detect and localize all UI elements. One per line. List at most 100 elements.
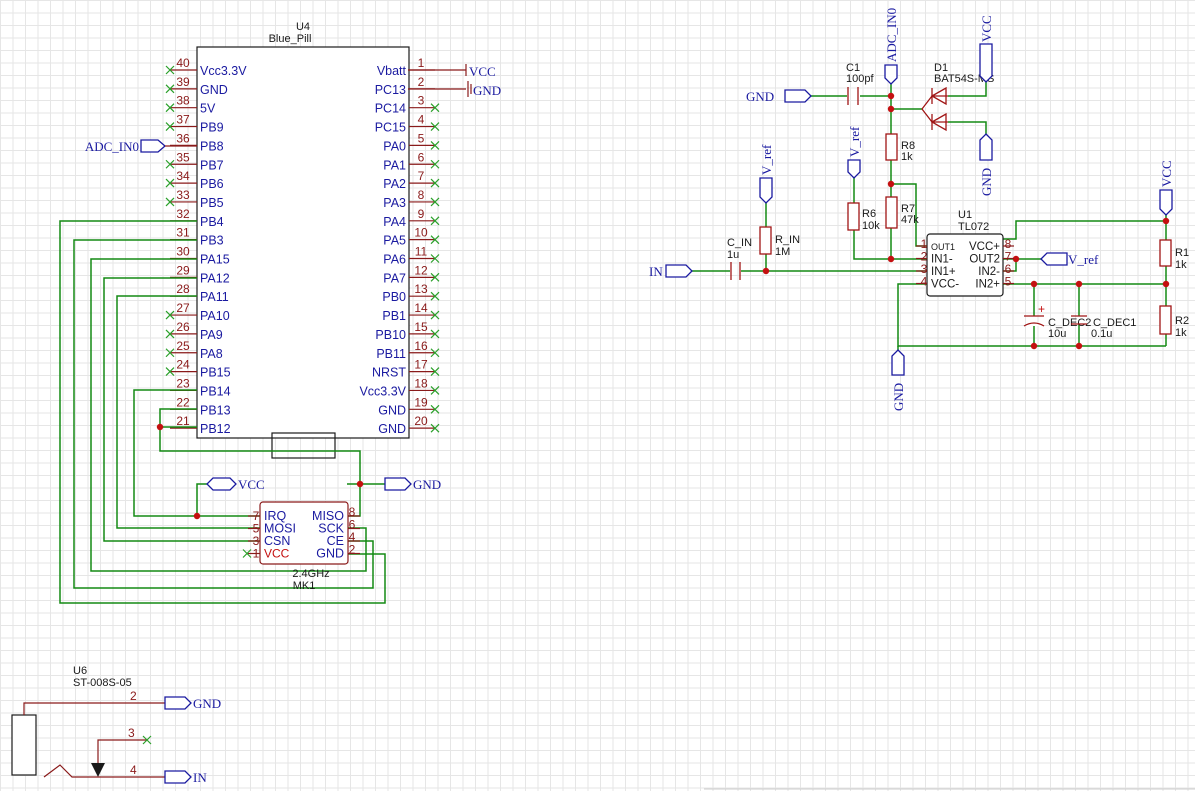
- u4-pin-name: PB1: [382, 309, 406, 323]
- u4-pin-number: 11: [415, 245, 428, 259]
- mk1-radio-module[interactable]: 7 IRQ5 MOSI3 CSN1 VCC 8MISO6SCK4CE2GND 2.4GH…: [242, 501, 360, 592]
- in-label-afe: IN: [649, 264, 663, 279]
- svg-text:U1: U1: [958, 209, 972, 221]
- u4-pin-number: 26: [176, 320, 190, 334]
- junction-mk1-gnd: [356, 480, 364, 488]
- vref-label-u1-shape[interactable]: [1040, 252, 1068, 266]
- adc-in0-label-shape[interactable]: [140, 139, 166, 153]
- vcc-label-r1-shape[interactable]: [1159, 189, 1173, 216]
- mk1-right-pins: 8MISO6SCK4CE2GND: [312, 505, 360, 561]
- u4-pin-name: Vcc3.3V: [200, 64, 247, 78]
- r-in-resistor[interactable]: R_IN 1M: [759, 226, 800, 258]
- u1-pin-name: OUT1: [931, 242, 955, 252]
- u1-right-pins: 8VCC+7OUT26IN2-5IN2+: [969, 237, 1014, 291]
- u4-pin-number: 24: [176, 358, 190, 372]
- r6-resistor[interactable]: R6 10k: [847, 202, 880, 232]
- u4-pin-name: PB10: [375, 328, 406, 342]
- mk1-ref: MK1: [293, 580, 316, 592]
- u4-pin-number: 30: [176, 245, 190, 259]
- u4-pin-number: 28: [176, 282, 190, 296]
- svg-text:1u: 1u: [727, 249, 739, 261]
- svg-text:R6: R6: [862, 208, 876, 220]
- gnd-label-d1: GND: [979, 168, 994, 196]
- u4-pin-number: 13: [414, 282, 428, 296]
- u4-pin-name: PB12: [200, 422, 231, 436]
- gnd-label-u4: GND: [473, 83, 501, 98]
- svg-text:R1: R1: [1175, 247, 1189, 259]
- svg-text:1k: 1k: [1175, 327, 1187, 339]
- u4-pin-name: PB8: [200, 139, 224, 153]
- mk1-pin-number: 2: [349, 543, 356, 557]
- u4-pin-name: GND: [200, 83, 228, 97]
- vref-label-rin: V_ref: [759, 144, 774, 175]
- u4-pin-name: PB9: [200, 121, 224, 135]
- u4-pin-name: NRST: [372, 366, 406, 380]
- mk1-value: 2.4GHz: [292, 568, 329, 580]
- in-label-u6-shape[interactable]: [164, 770, 192, 784]
- vcc-label-d1-shape[interactable]: [979, 43, 993, 83]
- junction-pb12: [156, 423, 164, 431]
- u4-pin-number: 31: [176, 226, 190, 240]
- r2-resistor[interactable]: R2 1k: [1159, 305, 1189, 339]
- r1-resistor[interactable]: R1 1k: [1159, 239, 1189, 271]
- u1-opamp[interactable]: U1 TL072 1 OUT12 IN1-3 IN1+4 VCC- 8VCC+7OUT2…: [916, 209, 1014, 297]
- u6-ref: U6: [73, 665, 87, 677]
- u4-pin-name: PA12: [200, 271, 230, 285]
- u1-pin-name: OUT2: [969, 254, 1000, 266]
- u4-pin-name: PA9: [200, 328, 223, 342]
- vref-label-r6-shape[interactable]: [847, 159, 861, 179]
- u4-pin-name: PA15: [200, 253, 230, 267]
- svg-text:0.1u: 0.1u: [1091, 328, 1112, 340]
- u4-pin-name: PA6: [383, 253, 406, 267]
- r8-resistor[interactable]: R8 1k: [885, 133, 915, 163]
- svg-text:100pf: 100pf: [846, 73, 874, 85]
- u4-pin-name: PB5: [200, 196, 224, 210]
- adc-in0-label-afe: ADC_IN0: [884, 8, 899, 62]
- u4-pin-number: 8: [418, 188, 425, 202]
- u4-pin-number: 36: [176, 131, 190, 145]
- c1-capacitor[interactable]: C1 100pf: [846, 62, 874, 105]
- u1-pin-name: IN1+: [931, 266, 956, 278]
- gnd-label-c1: GND: [746, 89, 774, 104]
- u4-pin-name: PA10: [200, 309, 230, 323]
- c-in-capacitor[interactable]: C_IN 1u: [727, 237, 752, 280]
- u4-pin-name: PB6: [200, 177, 224, 191]
- u4-value: Blue_Pill: [269, 33, 312, 45]
- mk1-pin-name: GND: [316, 547, 344, 561]
- in-label-afe-shape[interactable]: [665, 264, 693, 278]
- vref-label-rin-shape[interactable]: [759, 177, 773, 204]
- vcc-label-mk1-shape[interactable]: [206, 477, 237, 491]
- u4-pin-name: Vcc3.3V: [359, 384, 406, 398]
- u4-blue-pill[interactable]: U4 Blue_Pill 40Vcc3.3V39GND385V37PB936PB…: [165, 21, 440, 459]
- u4-pin-number: 12: [414, 263, 428, 277]
- u4-pin-name: PC14: [375, 102, 406, 116]
- gnd-label-c1-shape[interactable]: [784, 89, 812, 103]
- u6-audio-jack[interactable]: U6 ST-008S-05 2 3 4: [11, 665, 165, 778]
- u4-pin-name: PA2: [383, 177, 406, 191]
- vcc-label-d1: VCC: [979, 15, 994, 42]
- gnd-label-u1-shape[interactable]: [891, 349, 905, 376]
- mk1-pin-1[interactable]: 1 VCC: [242, 547, 290, 561]
- u4-pin-name: PB3: [200, 234, 224, 248]
- u6-value: ST-008S-05: [73, 677, 132, 689]
- r7-resistor[interactable]: R7 47k: [885, 196, 919, 229]
- u6-pin-4: 4: [130, 763, 137, 777]
- u4-pin-number: 19: [414, 395, 428, 409]
- schematic-sheet: U4 Blue_Pill 40 Vcc3.3V 39 GND 38 5V 37 PB9 36 PB…: [0, 0, 1195, 791]
- svg-text:47k: 47k: [901, 214, 919, 226]
- u4-pin-number: 23: [176, 376, 190, 390]
- svg-text:1M: 1M: [775, 246, 790, 258]
- u4-pin-name: PC15: [375, 121, 406, 135]
- gnd-label-mk1-shape[interactable]: [384, 477, 412, 491]
- gnd-label-u6-shape[interactable]: [164, 696, 192, 710]
- u4-pin-number: 33: [176, 188, 190, 202]
- u4-ref: U4: [296, 21, 310, 33]
- u4-pin-number: 7: [418, 169, 425, 183]
- svg-text:R2: R2: [1175, 315, 1189, 327]
- gnd-label-d1-shape[interactable]: [979, 133, 993, 161]
- u4-pin-number: 18: [414, 376, 428, 390]
- u4-pin-name: PB0: [382, 290, 406, 304]
- u4-pin-name: PA0: [383, 139, 406, 153]
- u4-pin-number: 10: [414, 226, 428, 240]
- adc-in0-label-afe-shape[interactable]: [884, 64, 898, 85]
